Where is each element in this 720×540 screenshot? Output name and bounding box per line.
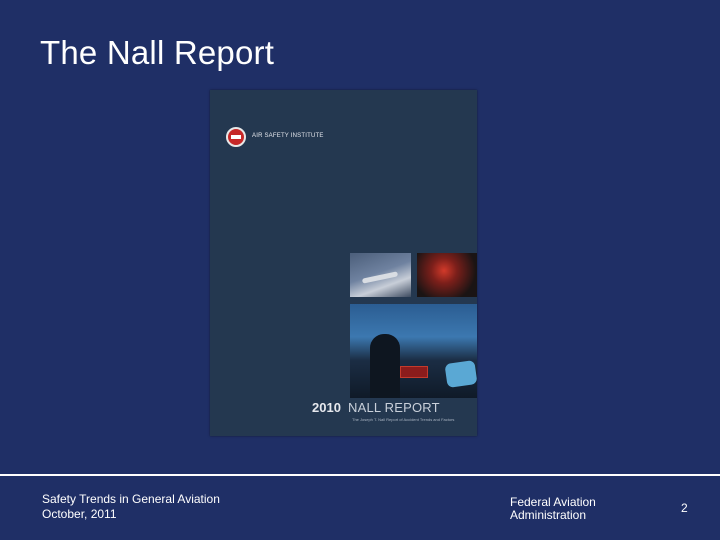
slide: The Nall Report AIR SAFETY INSTITUTE 201…: [0, 0, 720, 540]
footer-agency-line2: Administration: [510, 508, 587, 522]
report-cover-image: AIR SAFETY INSTITUTE 2010 NALL REPORT Th…: [210, 90, 477, 436]
cover-year: 2010: [312, 400, 341, 415]
cover-photo-cockpit: [350, 304, 477, 398]
footer-agency-line1: Federal Aviation: [510, 495, 596, 509]
page-number: 2: [681, 501, 688, 515]
cover-cockpit-dials: [400, 366, 428, 378]
cover-photo-airplane: [350, 253, 411, 297]
footer-presentation-title: Safety Trends in General Aviation: [42, 492, 220, 506]
cover-tagline: The Joseph T. Nall Report of Accident Tr…: [352, 417, 455, 422]
footer-date: October, 2011: [42, 507, 117, 521]
slide-title: The Nall Report: [40, 34, 275, 71]
air-safety-institute-logo-icon: [226, 127, 246, 147]
cover-photo-red-light: [417, 253, 477, 297]
cover-report-title: NALL REPORT: [348, 400, 440, 415]
cover-brand-text: AIR SAFETY INSTITUTE: [252, 133, 324, 139]
